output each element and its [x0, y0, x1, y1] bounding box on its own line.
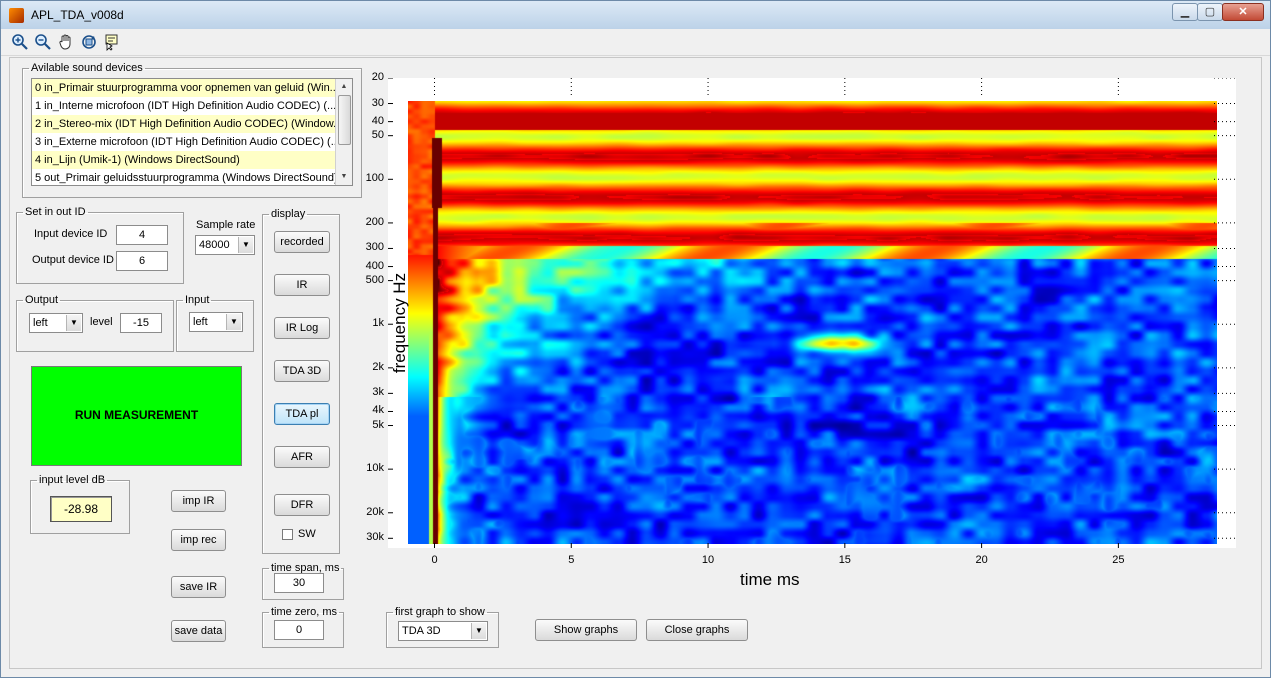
y-tick-label: 50	[371, 128, 384, 141]
x-tick-label: 10	[701, 554, 715, 566]
figure-toolbar	[1, 29, 1270, 56]
x-tick-label: 25	[1112, 554, 1125, 566]
rotate-3d-icon[interactable]	[80, 33, 98, 51]
sw-label: SW	[298, 528, 316, 540]
output-channel-select[interactable]: left ▼	[29, 313, 83, 333]
recorded-button[interactable]: recorded	[274, 231, 330, 253]
chevron-down-icon: ▼	[226, 314, 241, 330]
inout-id-legend: Set in out ID	[25, 206, 86, 218]
app-window: APL_TDA_v008d ▁ ▢ ✕ Avilable sound devic…	[0, 0, 1271, 678]
time-zero-legend: time zero, ms	[271, 606, 338, 618]
imp-rec-button[interactable]: imp rec	[171, 529, 226, 551]
sw-checkbox[interactable]	[282, 529, 293, 540]
output-legend: Output	[25, 294, 59, 306]
x-axis-label: time ms	[740, 570, 800, 589]
run-measurement-button[interactable]: RUN MEASUREMENT	[31, 366, 242, 466]
minimize-button[interactable]: ▁	[1172, 3, 1198, 21]
time-span-field[interactable]: 30	[274, 573, 324, 593]
y-tick-label: 30k	[366, 531, 384, 544]
sample-rate-value: 48000	[199, 239, 230, 251]
ir-log-button[interactable]: IR Log	[274, 317, 330, 339]
list-item[interactable]: 0 in_Primair stuurprogramma voor opnemen…	[32, 79, 337, 97]
y-tick-label: 400	[365, 259, 384, 272]
afr-button[interactable]: AFR	[274, 446, 330, 468]
y-tick-label: 20	[371, 71, 384, 83]
tda-plot: 20 30 40 50 100 200 300 400 500 1k 2k 3k 4k 5k 10k 20k 3…	[350, 68, 1260, 628]
y-tick-label: 3k	[372, 386, 384, 399]
x-tick-label: 15	[838, 554, 851, 566]
y-tick-label: 40	[371, 114, 384, 127]
list-item[interactable]: 1 in_Interne microfoon (IDT High Definit…	[32, 97, 337, 115]
y-tick-label: 10k	[366, 462, 384, 475]
y-tick-label: 2k	[372, 360, 384, 373]
input-device-label: Input device ID	[34, 228, 108, 240]
y-tick-label: 100	[365, 172, 384, 185]
axes-overlay	[388, 78, 1236, 548]
save-ir-button[interactable]: save IR	[171, 576, 226, 598]
zoom-out-icon[interactable]	[34, 33, 52, 51]
level-label: level	[90, 316, 113, 328]
y-tick-label: 200	[365, 215, 384, 228]
y-tick-label: 4k	[372, 404, 384, 417]
x-tick-label: 5	[568, 554, 575, 566]
input-level-legend: input level dB	[39, 474, 106, 486]
time-zero-field[interactable]: 0	[274, 620, 324, 640]
imp-ir-button[interactable]: imp IR	[171, 490, 226, 512]
list-item[interactable]: 5 out_Primair geluidsstuurprogramma (Win…	[32, 169, 337, 185]
output-device-label: Output device ID	[32, 254, 114, 266]
window-controls: ▁ ▢ ✕	[1172, 3, 1264, 23]
save-data-button[interactable]: save data	[171, 620, 226, 642]
sound-devices-legend: Avilable sound devices	[31, 62, 143, 74]
sample-rate-select[interactable]: 48000 ▼	[195, 235, 255, 255]
output-device-field[interactable]: 6	[116, 251, 168, 271]
y-tick-label: 500	[365, 273, 384, 286]
display-legend: display	[271, 208, 306, 220]
chevron-down-icon: ▼	[238, 237, 253, 253]
zoom-in-icon[interactable]	[11, 33, 29, 51]
y-tick-label: 20k	[366, 505, 384, 518]
maximize-button[interactable]: ▢	[1197, 3, 1223, 21]
input-level-readout: -28.98	[50, 496, 112, 522]
window-title: APL_TDA_v008d	[31, 8, 124, 22]
inout-id-panel: Set in out ID	[16, 206, 184, 284]
sample-rate-label: Sample rate	[196, 219, 256, 231]
list-item[interactable]: 3 in_Externe microfoon (IDT High Definit…	[32, 133, 337, 151]
x-tick-label: 20	[975, 554, 988, 566]
tda-3d-button[interactable]: TDA 3D	[274, 360, 330, 382]
chevron-down-icon: ▼	[66, 315, 81, 331]
plot-axes[interactable]	[388, 78, 1236, 548]
input-channel-value: left	[193, 316, 208, 328]
y-tick-label: 5k	[372, 418, 384, 431]
sound-devices-list[interactable]: 0 in_Primair stuurprogramma voor opnemen…	[31, 78, 353, 186]
matlab-icon	[9, 8, 24, 23]
output-channel-value: left	[33, 317, 48, 329]
list-item[interactable]: 2 in_Stereo-mix (IDT High Definition Aud…	[32, 115, 337, 133]
y-tick-label: 1k	[372, 317, 384, 330]
y-axis-label: frequency Hz	[390, 272, 409, 374]
x-tick-label: 0	[431, 554, 438, 566]
y-tick-label: 30	[371, 96, 384, 109]
figure-client-area: Avilable sound devices 0 in_Primair stuu…	[9, 57, 1262, 669]
dfr-button[interactable]: DFR	[274, 494, 330, 516]
input-channel-select[interactable]: left ▼	[189, 312, 243, 332]
tda-pl-button[interactable]: TDA pl	[274, 403, 330, 425]
input-legend: Input	[185, 294, 210, 306]
list-item[interactable]: 4 in_Lijn (Umik-1) (Windows DirectSound)	[32, 151, 337, 169]
input-device-field[interactable]: 4	[116, 225, 168, 245]
output-level-field[interactable]: -15	[120, 313, 162, 333]
close-button[interactable]: ✕	[1222, 3, 1264, 21]
y-tick-label: 300	[365, 241, 384, 254]
title-bar[interactable]: APL_TDA_v008d ▁ ▢ ✕	[1, 1, 1270, 30]
data-cursor-icon[interactable]	[103, 33, 121, 51]
pan-hand-icon[interactable]	[57, 33, 75, 51]
ir-button[interactable]: IR	[274, 274, 330, 296]
